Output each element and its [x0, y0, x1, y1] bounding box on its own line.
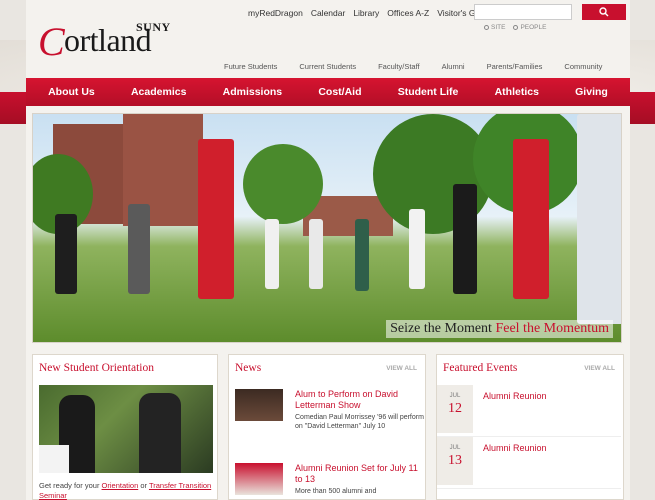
nav-admissions[interactable]: Admissions — [223, 86, 283, 98]
hero-person — [55, 214, 77, 294]
hero-person — [453, 184, 477, 294]
event-month: JUL — [449, 393, 461, 399]
orientation-text: Get ready for your Orientation or Transf… — [39, 481, 213, 500]
scope-people-label: PEOPLE — [520, 24, 547, 31]
hero-banner[interactable]: Seize the Moment Feel the Momentum — [32, 113, 622, 343]
event-title[interactable]: Alumni Reunion — [483, 443, 547, 453]
event-day: 12 — [448, 401, 462, 416]
event-day: 13 — [448, 453, 462, 468]
hero-caption: Seize the Moment Feel the Momentum — [386, 320, 613, 338]
news-headline[interactable]: Alumni Reunion Set for July 11 to 13 — [295, 463, 425, 485]
search-input[interactable] — [474, 4, 572, 20]
events-view-all-link[interactable]: VIEW ALL — [584, 365, 615, 372]
event-item[interactable]: JUL 12 Alumni Reunion — [437, 385, 621, 437]
nav-athletics[interactable]: Athletics — [495, 86, 539, 98]
event-date-badge: JUL 13 — [437, 437, 473, 485]
utility-nav: myRedDragon Calendar Library Offices A-Z… — [248, 8, 492, 18]
suny-cortland-logo[interactable]: SUNY C ortland — [38, 14, 188, 64]
nav-cost-aid[interactable]: Cost/Aid — [318, 86, 361, 98]
news-item[interactable]: Alumni Reunion Set for July 11 to 13 Mor… — [235, 463, 421, 500]
news-item[interactable]: Alum to Perform on David Letterman Show … — [235, 389, 424, 441]
utility-link-calendar[interactable]: Calendar — [311, 8, 346, 18]
news-title: News — [235, 362, 262, 374]
nav-about-us[interactable]: About Us — [48, 86, 95, 98]
utility-link-offices[interactable]: Offices A-Z — [387, 8, 429, 18]
audience-community[interactable]: Community — [564, 62, 602, 71]
hero-person — [355, 219, 369, 291]
hero-person — [577, 114, 621, 324]
scope-people-option[interactable]: PEOPLE — [513, 24, 546, 31]
scope-site-option[interactable]: SITE — [484, 24, 505, 31]
audience-nav: Future Students Current Students Faculty… — [224, 62, 624, 71]
news-headline[interactable]: Alum to Perform on David Letterman Show — [295, 389, 425, 411]
orientation-person — [139, 393, 181, 473]
hero-caption-main: Seize the Moment — [390, 321, 492, 336]
search-scope: SITE PEOPLE — [484, 24, 546, 31]
orientation-title: New Student Orientation — [39, 362, 154, 374]
audience-alumni[interactable]: Alumni — [442, 62, 465, 71]
event-month: JUL — [449, 445, 461, 451]
orientation-photo[interactable] — [39, 385, 213, 473]
utility-link-myreddragon[interactable]: myRedDragon — [248, 8, 303, 18]
hero-person — [265, 219, 279, 289]
hero-tree — [243, 144, 323, 224]
orientation-text-mid: or — [140, 481, 147, 490]
hero-person — [309, 219, 323, 289]
radio-icon — [513, 25, 519, 30]
event-item[interactable]: JUL 13 Alumni Reunion — [437, 437, 621, 489]
page-container: SUNY C ortland myRedDragon Calendar Libr… — [26, 0, 630, 500]
news-thumbnail — [235, 463, 283, 495]
event-date-badge: JUL 12 — [437, 385, 473, 433]
nav-giving[interactable]: Giving — [575, 86, 608, 98]
radio-icon — [484, 25, 489, 30]
scope-site-label: SITE — [491, 24, 506, 31]
news-panel: News VIEW ALL Alum to Perform on David L… — [228, 354, 426, 500]
hero-person — [128, 204, 150, 294]
orientation-paper — [39, 445, 69, 473]
news-description: Comedian Paul Morrissey '96 will perform… — [295, 414, 424, 430]
logo-c-mark: C — [38, 19, 65, 64]
utility-link-library[interactable]: Library — [353, 8, 379, 18]
audience-parents-families[interactable]: Parents/Families — [487, 62, 543, 71]
main-nav: About Us Academics Admissions Cost/Aid S… — [26, 78, 630, 106]
news-view-all-link[interactable]: VIEW ALL — [386, 365, 417, 372]
nav-academics[interactable]: Academics — [131, 86, 186, 98]
hero-person — [198, 139, 234, 299]
events-title: Featured Events — [443, 362, 518, 374]
events-panel: Featured Events VIEW ALL JUL 12 Alumni R… — [436, 354, 624, 500]
orientation-text-start: Get ready for your — [39, 481, 100, 490]
hero-person — [409, 209, 425, 289]
logo-wordmark: ortland — [64, 22, 152, 58]
news-description: More than 500 alumni and — [295, 488, 377, 495]
search-button[interactable] — [582, 4, 626, 20]
orientation-link[interactable]: Orientation — [102, 481, 139, 490]
audience-faculty-staff[interactable]: Faculty/Staff — [378, 62, 420, 71]
hero-person — [513, 139, 549, 299]
hero-caption-accent: Feel the Momentum — [495, 321, 609, 336]
audience-future-students[interactable]: Future Students — [224, 62, 277, 71]
news-thumbnail — [235, 389, 283, 421]
orientation-panel: New Student Orientation Get ready for yo… — [32, 354, 218, 500]
audience-current-students[interactable]: Current Students — [299, 62, 356, 71]
event-title[interactable]: Alumni Reunion — [483, 391, 547, 401]
nav-student-life[interactable]: Student Life — [398, 86, 459, 98]
search-icon — [599, 7, 609, 17]
